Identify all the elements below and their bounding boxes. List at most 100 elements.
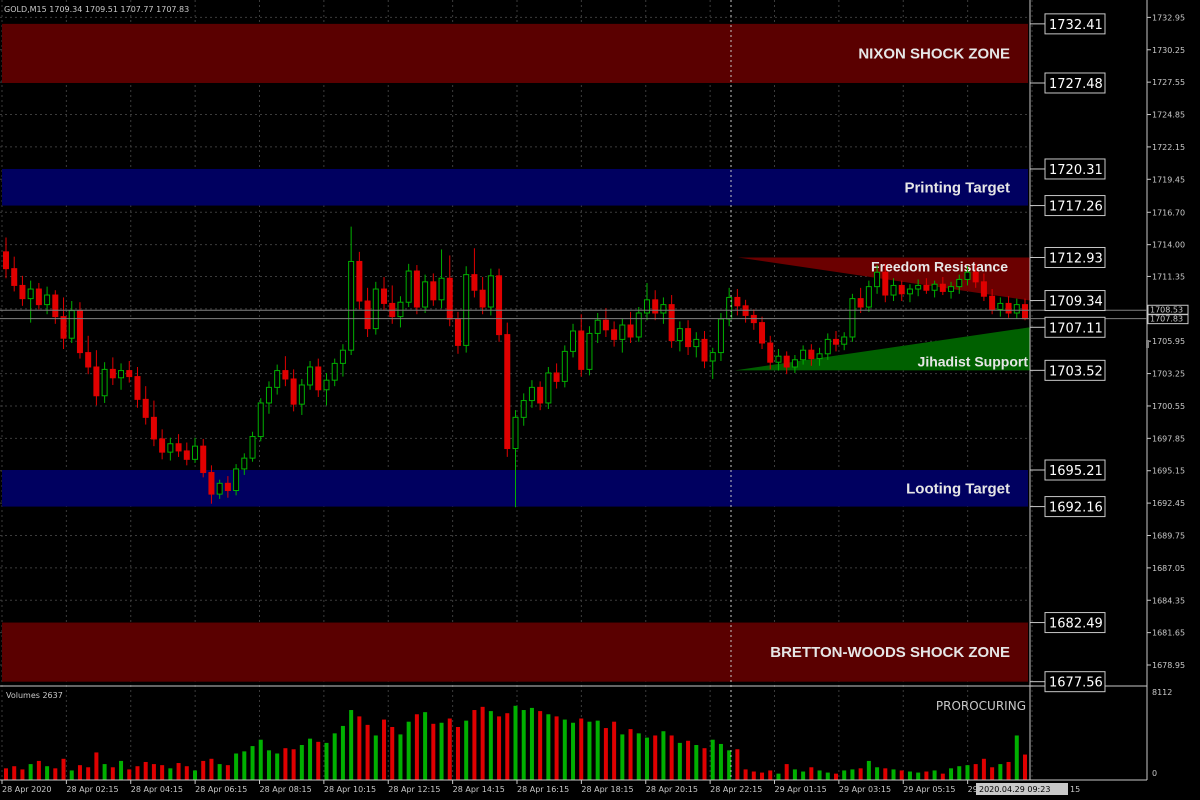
volume-bar xyxy=(965,765,970,780)
volume-bar xyxy=(455,726,460,780)
volume-bar xyxy=(644,737,649,780)
candle-body xyxy=(841,336,848,345)
candle-body xyxy=(356,260,363,302)
volume-indicator-label: PROROCURING xyxy=(936,699,1026,713)
volume-bar xyxy=(801,771,806,780)
volume-bar xyxy=(36,760,41,780)
candle-body xyxy=(972,271,979,283)
volume-bar xyxy=(1006,761,1011,780)
volume-bar xyxy=(702,748,707,780)
volume-bar xyxy=(669,735,674,780)
volume-bar xyxy=(998,764,1003,780)
candle-body xyxy=(849,298,856,338)
candle-body xyxy=(216,482,223,495)
price-tick-label: 1716.70 xyxy=(1152,208,1185,217)
candle-body xyxy=(298,384,305,405)
candle-body xyxy=(611,329,618,340)
volume-bar xyxy=(464,720,469,780)
price-tick-label: 1684.35 xyxy=(1152,596,1185,605)
volume-bar xyxy=(529,707,534,780)
volume-bar xyxy=(842,770,847,780)
candle-body xyxy=(890,284,897,296)
volume-bar xyxy=(718,743,723,780)
candle-body xyxy=(405,270,412,303)
zone-label: BRETTON-WOODS SHOCK ZONE xyxy=(770,644,1010,661)
candle-body xyxy=(192,445,199,460)
volume-bar xyxy=(653,735,658,780)
candle-body xyxy=(381,288,388,304)
volume-bar xyxy=(275,753,280,780)
volume-bar xyxy=(480,706,485,780)
candle-body xyxy=(339,349,346,364)
candle-body xyxy=(948,286,955,292)
candle-body xyxy=(183,450,190,460)
volume-bar xyxy=(176,763,181,780)
candle-body xyxy=(701,338,708,362)
price-tick-label: 1695.15 xyxy=(1152,467,1185,476)
volume-bar xyxy=(751,771,756,780)
candle-body xyxy=(816,353,823,360)
volume-bar xyxy=(110,767,115,780)
level-value: 1732.41 xyxy=(1049,18,1103,33)
candle-body xyxy=(512,416,519,450)
price-tick-label: 1724.85 xyxy=(1152,111,1185,120)
candle-body xyxy=(570,330,577,352)
candle-body xyxy=(487,275,494,308)
candle-body xyxy=(783,355,790,368)
candle-body xyxy=(274,370,281,388)
candle-body xyxy=(586,332,593,370)
volume-bar xyxy=(990,767,995,780)
volume-bar xyxy=(250,746,255,780)
volume-bar xyxy=(447,718,452,780)
candle-body xyxy=(528,386,535,402)
candle-body xyxy=(931,283,938,291)
volume-bar xyxy=(505,713,510,780)
level-value: 1692.16 xyxy=(1049,501,1103,516)
candle-body xyxy=(52,294,59,318)
volume-bar xyxy=(587,721,592,780)
volume-bar xyxy=(439,722,444,780)
volume-bar xyxy=(242,751,247,780)
volume-bar xyxy=(809,767,814,780)
candle-body xyxy=(578,330,585,370)
volume-bar xyxy=(20,769,25,780)
volume-bar xyxy=(234,753,239,780)
price-axis[interactable]: 1732.95 1730.25 1727.55 1724.85 1722.15 1719.… xyxy=(1146,13,1189,670)
volume-max-label: 8112 xyxy=(1152,688,1172,697)
candle-body xyxy=(1005,302,1012,314)
candle-body xyxy=(35,288,42,306)
volume-bar xyxy=(53,768,58,780)
volume-bar xyxy=(571,722,576,780)
candle-body xyxy=(652,299,659,314)
trading-chart[interactable]: NIXON SHOCK ZONE Printing Target Looting T… xyxy=(0,0,1200,800)
volume-bar xyxy=(160,765,165,780)
volume-bar xyxy=(940,773,945,780)
candle-body xyxy=(126,370,133,378)
candle-body xyxy=(906,288,913,295)
candle-body xyxy=(471,274,478,291)
volume-bar xyxy=(603,728,608,780)
candle-body xyxy=(808,349,815,360)
candle-body xyxy=(693,338,700,348)
volume-bar xyxy=(86,767,91,780)
candle-body xyxy=(76,310,83,354)
volume-bar xyxy=(1023,754,1027,780)
volume-bar xyxy=(143,761,148,780)
volume-title: Volumes 2637 xyxy=(6,691,63,700)
time-label: 28 Apr 02:15 xyxy=(66,785,118,794)
candle-body xyxy=(882,271,889,296)
price-tick-label: 1727.55 xyxy=(1152,78,1185,87)
price-tick-label: 1722.15 xyxy=(1152,143,1185,152)
candle-body xyxy=(233,468,240,492)
volume-bar xyxy=(760,772,765,780)
volume-zero-label: 0 xyxy=(1152,769,1157,778)
candle-body xyxy=(1013,304,1020,314)
time-label: 28 Apr 14:15 xyxy=(453,785,505,794)
volume-bar xyxy=(332,733,337,780)
volume-bar xyxy=(776,773,781,780)
volume-bar xyxy=(28,764,33,780)
volume-bar xyxy=(686,740,691,780)
volume-bar xyxy=(4,768,8,780)
time-label: 28 Apr 04:15 xyxy=(131,785,183,794)
volume-bar xyxy=(833,773,838,780)
